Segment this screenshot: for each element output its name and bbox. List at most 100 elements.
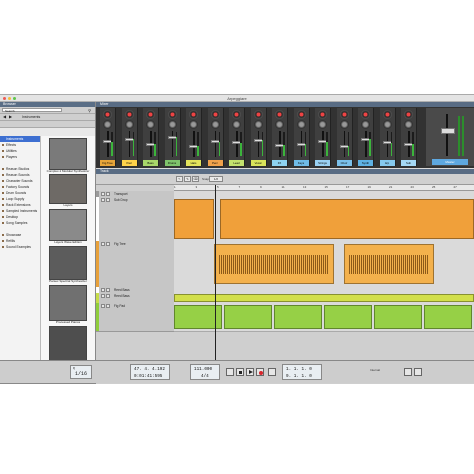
solo-button[interactable] <box>106 242 110 246</box>
channel-label[interactable]: Hats <box>186 160 201 166</box>
midi-clip[interactable] <box>224 305 272 329</box>
pencil-tool-button[interactable]: ✎ <box>184 176 191 182</box>
pan-knob[interactable] <box>253 110 263 119</box>
midi-clip[interactable] <box>374 305 422 329</box>
patch-thumbnail[interactable] <box>49 174 87 204</box>
audio-clip[interactable] <box>214 244 334 284</box>
channel-label[interactable]: Keys <box>293 160 309 166</box>
pan-knob[interactable] <box>146 110 155 119</box>
channel-label[interactable]: Sub <box>401 160 416 166</box>
solo-button[interactable] <box>106 198 110 202</box>
patch-thumbnail[interactable] <box>49 209 87 241</box>
send-knob[interactable] <box>339 120 349 129</box>
midi-clip[interactable] <box>174 294 474 302</box>
forward-icon[interactable]: ▶ <box>9 114 12 119</box>
playhead[interactable] <box>215 185 216 361</box>
channel-label[interactable]: Pad <box>121 160 137 166</box>
send-knob[interactable] <box>189 120 198 129</box>
mute-button[interactable] <box>101 198 105 202</box>
eraser-tool-button[interactable]: ⌫ <box>192 176 199 182</box>
send-knob[interactable] <box>103 120 112 129</box>
solo-button[interactable] <box>106 294 110 298</box>
browser-search-input[interactable]: Search <box>2 108 62 113</box>
send-knob[interactable] <box>253 120 263 129</box>
track-header[interactable]: Fig Pad <box>96 303 174 332</box>
midi-clip[interactable] <box>424 305 472 329</box>
send-knob[interactable] <box>275 120 284 129</box>
solo-button[interactable] <box>106 288 110 292</box>
track-lane[interactable] <box>174 197 474 242</box>
send-knob[interactable] <box>318 120 327 129</box>
channel-label[interactable]: Strings <box>315 160 330 166</box>
pan-knob[interactable] <box>339 110 349 119</box>
pan-knob[interactable] <box>232 110 241 119</box>
track-lane[interactable] <box>174 241 474 288</box>
send-knob[interactable] <box>404 120 413 129</box>
send-knob[interactable] <box>146 120 155 129</box>
channel-label[interactable]: Choir <box>336 160 352 166</box>
tempo-display[interactable]: 111.000 4/4 <box>190 364 220 380</box>
audio-clip[interactable] <box>220 199 474 239</box>
pan-knob[interactable] <box>318 110 327 119</box>
solo-button[interactable] <box>106 192 110 196</box>
channel-label[interactable]: Perc <box>207 160 223 166</box>
channel-label[interactable]: Arp <box>379 160 395 166</box>
track-lane[interactable] <box>174 303 474 332</box>
mute-button[interactable] <box>101 192 105 196</box>
audio-clip[interactable] <box>344 244 434 284</box>
send-knob[interactable] <box>210 120 220 129</box>
pan-knob[interactable] <box>404 110 413 119</box>
track-header[interactable]: Sub Drop <box>96 197 174 242</box>
patch-thumbnail[interactable] <box>49 138 87 170</box>
pan-knob[interactable] <box>382 110 392 119</box>
channel-label[interactable]: Fig Tree <box>100 160 115 166</box>
patch-thumbnail[interactable] <box>49 326 87 362</box>
send-knob[interactable] <box>382 120 392 129</box>
rewind-button[interactable] <box>226 368 234 376</box>
location-item[interactable]: Sound Examples <box>0 244 40 250</box>
pan-knob[interactable] <box>189 110 198 119</box>
send-knob[interactable] <box>361 120 370 129</box>
patch-thumbnail[interactable] <box>49 246 87 280</box>
pan-knob[interactable] <box>296 110 306 119</box>
patch-thumbnail[interactable] <box>49 285 87 321</box>
metronome-button[interactable] <box>404 368 412 376</box>
audio-clip[interactable] <box>174 199 214 239</box>
song-position-display[interactable]: 47. 4. 4.192 0:01:41:595 <box>130 364 170 380</box>
channel-label[interactable]: Lead <box>229 160 244 166</box>
midi-clip[interactable] <box>324 305 372 329</box>
mute-button[interactable] <box>101 242 105 246</box>
folder-path[interactable]: Instruments <box>22 115 40 119</box>
channel-label[interactable]: Drums <box>164 160 180 166</box>
select-tool-button[interactable]: ↖ <box>176 176 183 182</box>
stop-button[interactable] <box>236 368 244 376</box>
record-button[interactable] <box>256 368 264 376</box>
channel-label[interactable]: Bass <box>143 160 158 166</box>
send-knob[interactable] <box>296 120 306 129</box>
solo-button[interactable] <box>106 304 110 308</box>
send-knob[interactable] <box>124 120 134 129</box>
loop-locators-display[interactable]: 1. 1. 1. 0 9. 1. 1. 0 <box>282 364 322 380</box>
master-fader[interactable] <box>441 128 455 134</box>
quantize-display[interactable]: Q 1/16 <box>70 365 92 379</box>
pan-knob[interactable] <box>124 110 134 119</box>
mute-button[interactable] <box>101 288 105 292</box>
track-header[interactable]: Fig Tree <box>96 241 174 288</box>
mute-button[interactable] <box>101 304 105 308</box>
pan-knob[interactable] <box>210 110 220 119</box>
channel-label[interactable]: FX <box>272 160 287 166</box>
pan-knob[interactable] <box>361 110 370 119</box>
back-icon[interactable]: ◀ <box>3 114 6 119</box>
mute-button[interactable] <box>101 294 105 298</box>
send-knob[interactable] <box>167 120 177 129</box>
settings-button[interactable] <box>414 368 422 376</box>
channel-label[interactable]: Vocal <box>250 160 266 166</box>
pan-knob[interactable] <box>275 110 284 119</box>
send-knob[interactable] <box>232 120 241 129</box>
midi-clip[interactable] <box>274 305 322 329</box>
pan-knob[interactable] <box>167 110 177 119</box>
pan-knob[interactable] <box>103 110 112 119</box>
channel-label[interactable]: Synth <box>358 160 373 166</box>
snap-select[interactable]: 1/2 <box>209 176 223 182</box>
play-button[interactable] <box>246 368 254 376</box>
